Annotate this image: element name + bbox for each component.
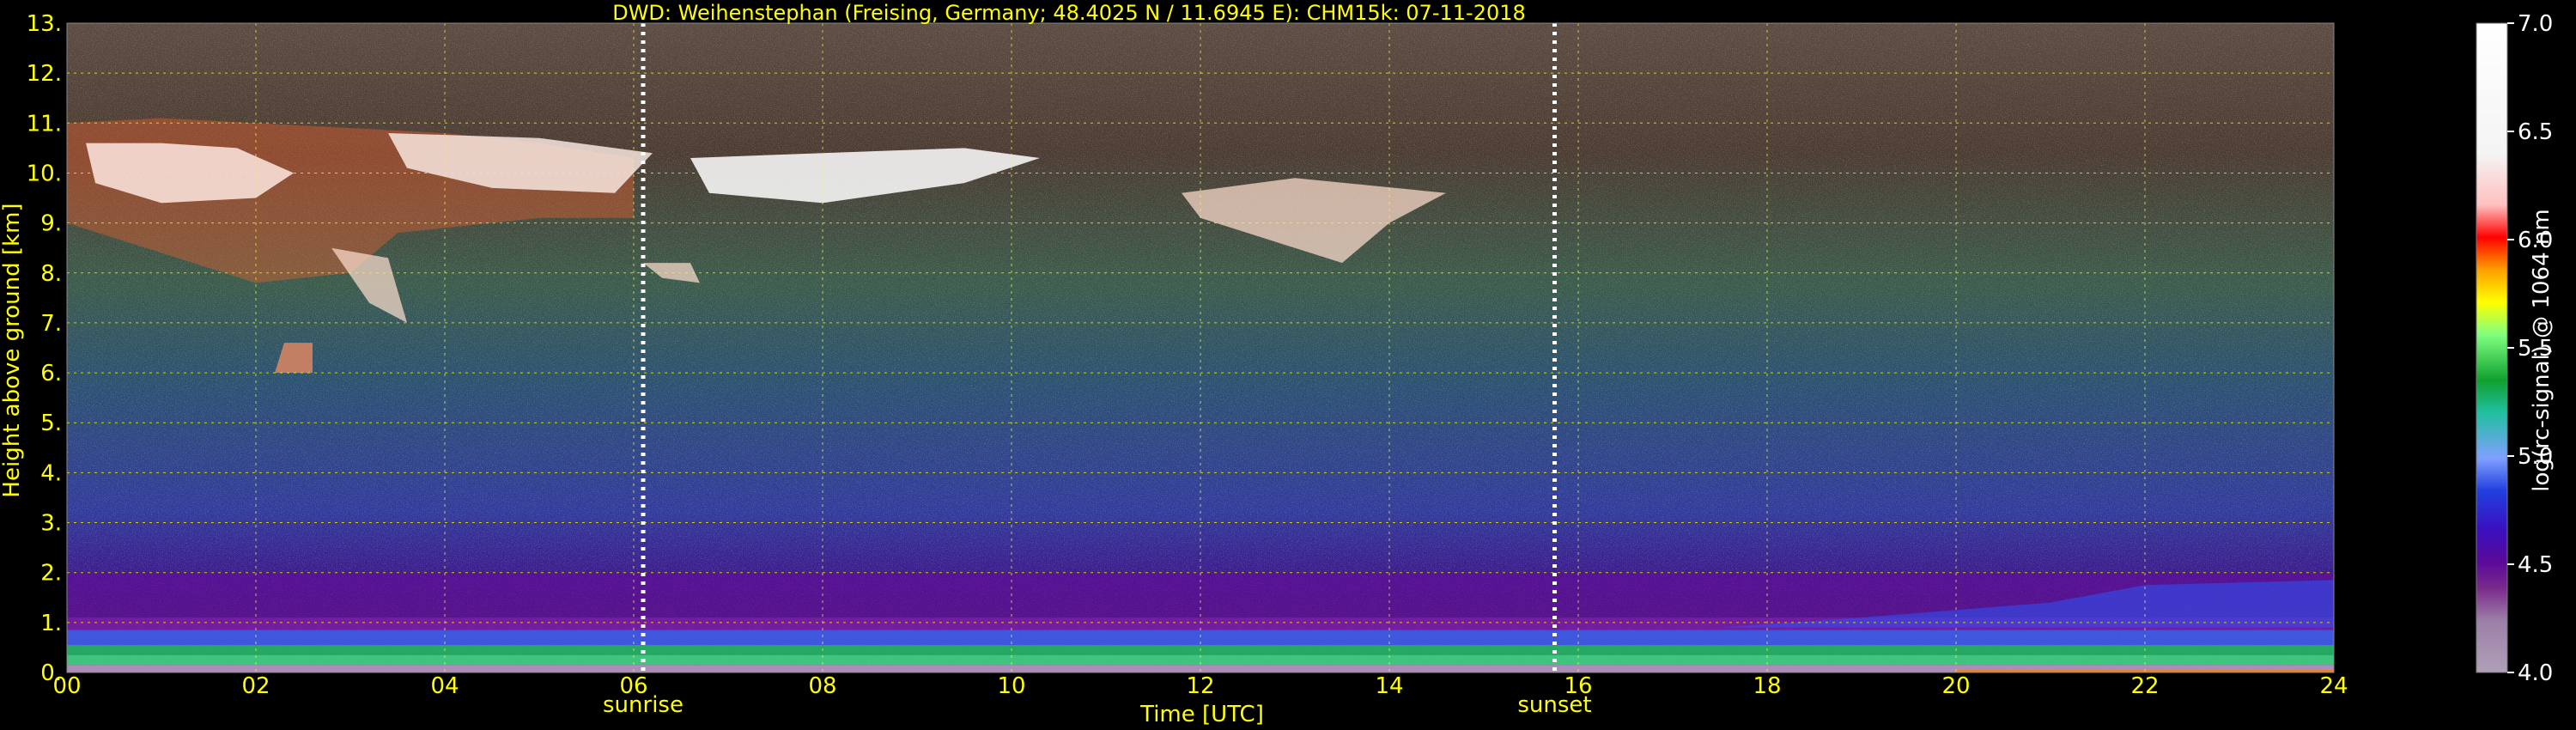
y-tick-label: 3. bbox=[40, 511, 62, 537]
colorbar-tick-label: 7.0 bbox=[2518, 11, 2553, 37]
y-axis-ticks: 0.1.2.3.4.5.6.7.8.9.10.11.12.13. bbox=[27, 11, 62, 686]
x-tick-label: 00 bbox=[52, 673, 81, 699]
y-tick-label: 2. bbox=[40, 561, 62, 587]
x-tick-label: 02 bbox=[241, 673, 270, 699]
annotations: sunrise sunset bbox=[603, 692, 1592, 718]
x-tick-label: 22 bbox=[2130, 673, 2159, 699]
x-axis-label: Time [UTC] bbox=[1139, 702, 1264, 727]
x-axis-ticks: 00 02 04 06 08 10 12 14 16 18 20 22 24 bbox=[52, 673, 2348, 699]
y-tick-label: 6. bbox=[40, 361, 62, 386]
x-tick-label: 18 bbox=[1753, 673, 1781, 699]
colorbar-label: log(rc-signal) @ 1064 nm bbox=[2529, 209, 2555, 491]
x-tick-label: 08 bbox=[808, 673, 836, 699]
ceilometer-chart: DWD: Weihenstephan (Freising, Germany; 4… bbox=[0, 1, 2555, 727]
x-tick-label: 24 bbox=[2319, 673, 2348, 699]
y-tick-label: 13. bbox=[27, 11, 62, 37]
x-tick-label: 04 bbox=[430, 673, 459, 699]
y-tick-label: 10. bbox=[27, 161, 62, 186]
colorbar-tick-label: 4.5 bbox=[2518, 552, 2553, 578]
x-tick-label: 10 bbox=[997, 673, 1025, 699]
chart-title: DWD: Weihenstephan (Freising, Germany; 4… bbox=[612, 1, 1526, 25]
y-tick-label: 9. bbox=[40, 211, 62, 237]
y-tick-label: 4. bbox=[40, 460, 62, 486]
annotation-sunset: sunset bbox=[1517, 692, 1591, 718]
x-tick-label: 12 bbox=[1186, 673, 1214, 699]
y-tick-label: 7. bbox=[40, 311, 62, 337]
y-axis-label: Height above ground [km] bbox=[0, 203, 25, 497]
colorbar-tick-label: 6.5 bbox=[2518, 119, 2553, 145]
annotation-sunrise: sunrise bbox=[603, 692, 683, 718]
y-tick-label: 8. bbox=[40, 261, 62, 287]
y-tick-label: 1. bbox=[40, 611, 62, 636]
y-tick-label: 11. bbox=[27, 111, 62, 137]
x-tick-label: 20 bbox=[1941, 673, 1970, 699]
y-tick-label: 5. bbox=[40, 411, 62, 436]
colorbar-tick-label: 4.0 bbox=[2518, 660, 2553, 686]
y-tick-label: 12. bbox=[27, 61, 62, 87]
x-tick-label: 14 bbox=[1375, 673, 1403, 699]
colorbar bbox=[2476, 22, 2508, 673]
